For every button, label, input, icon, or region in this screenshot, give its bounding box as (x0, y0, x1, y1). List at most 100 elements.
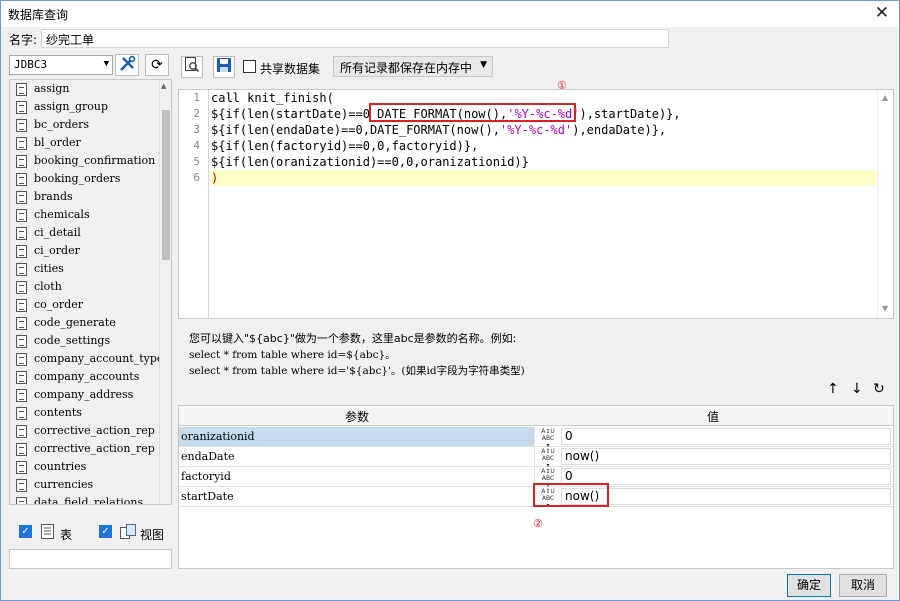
parameter-value-input[interactable]: now() (561, 448, 891, 465)
tools-icon (120, 55, 136, 71)
table-icon (16, 263, 27, 276)
view-checkbox[interactable]: ✓ (99, 525, 112, 538)
parameter-help: 您可以键入"${abc}"做为一个参数，这里abc是参数的名称。例如: sele… (189, 331, 525, 379)
annotation-marker-2: ② (533, 517, 543, 530)
table-name: bl_order (34, 136, 81, 149)
parameter-row[interactable]: endaDate A↕U ABC ▾ now() (179, 447, 893, 469)
scroll-down-icon[interactable]: ▼ (882, 304, 888, 313)
view-icon (120, 524, 136, 539)
ok-button[interactable]: 确定 (787, 574, 831, 597)
sql-editor[interactable]: 123456 call knit_finish( ${if(len(startD… (178, 89, 894, 319)
parameter-value-input[interactable]: 0 (561, 468, 891, 485)
table-name: cities (34, 262, 64, 275)
table-list-item[interactable]: booking_confirmation (10, 152, 160, 170)
table-name: bc_orders (34, 118, 90, 131)
table-list[interactable]: assign assign_group bc_orders bl_orderbooki… (9, 79, 172, 505)
parameter-value-input[interactable]: now() (561, 488, 891, 505)
table-list-item[interactable]: ci_detail (10, 224, 160, 242)
table-name: corrective_action_rep (34, 424, 155, 437)
share-dataset-checkbox[interactable] (243, 60, 256, 73)
type-selector-icon[interactable]: A↕U ABC ▾ (537, 428, 559, 449)
table-name: cloth (34, 280, 62, 293)
close-icon[interactable]: ✕ (875, 3, 889, 23)
table-list-items: assign assign_group bc_orders bl_orderbooki… (10, 80, 169, 505)
table-name: brands (34, 190, 73, 203)
column-header-param: 参数 (345, 410, 370, 424)
table-list-item[interactable]: company_address (10, 386, 160, 404)
table-name: ci_order (34, 244, 80, 257)
table-list-item[interactable]: cities (10, 260, 160, 278)
table-filter-input[interactable] (9, 549, 172, 569)
help-text-2: select * from table where id=${abc}。 (189, 349, 396, 361)
table-list-item[interactable]: cloth (10, 278, 160, 296)
preview-icon (185, 57, 200, 73)
line-number: 3 (193, 123, 200, 136)
table-list-item[interactable]: corrective_action_rep (10, 422, 160, 440)
chevron-down-icon: ▼ (103, 59, 109, 69)
table-list-item[interactable]: company_accounts (10, 368, 160, 386)
table-list-item[interactable]: chemicals (10, 206, 160, 224)
type-selector-icon[interactable]: A↕U ABC ▾ (537, 448, 559, 469)
scroll-up-icon[interactable]: ▲ (882, 93, 888, 102)
connection-select[interactable]: JDBC3 ▼ (9, 55, 113, 75)
table-list-scrollbar[interactable]: ▲ (159, 80, 171, 504)
table-checkbox[interactable]: ✓ (19, 525, 32, 538)
parameter-table: 参数 值 oranizationid A↕U ABC ▾ 0 endaDate A↕U ABC… (178, 405, 894, 569)
table-name: contents (34, 406, 82, 419)
table-list-item[interactable]: bl_order (10, 134, 160, 152)
sql-line-current: ) (210, 170, 876, 186)
connection-settings-button[interactable] (115, 54, 139, 76)
cancel-button[interactable]: 取消 (839, 574, 887, 597)
parameter-table-header: 参数 值 (179, 406, 893, 426)
highlight-box-2 (533, 483, 609, 507)
table-list-item[interactable]: bc_orders (10, 116, 160, 134)
save-mode-select[interactable]: 所有记录都保存在内存中 ▼ (333, 56, 493, 77)
scrollbar-thumb[interactable] (162, 110, 170, 260)
refresh-button[interactable]: ⟳ (145, 54, 169, 76)
save-button[interactable] (213, 56, 235, 78)
parameter-row[interactable]: oranizationid A↕U ABC ▾ 0 (179, 427, 893, 449)
table-list-item[interactable]: currencies (10, 476, 160, 494)
parameter-value-input[interactable]: 0 (561, 428, 891, 445)
table-list-item[interactable]: code_settings (10, 332, 160, 350)
annotation-marker-1: ① (557, 79, 567, 92)
table-icon (16, 479, 27, 492)
table-name: code_settings (34, 334, 111, 347)
table-name: company_address (34, 388, 134, 401)
table-list-item[interactable]: corrective_action_rep (10, 440, 160, 458)
table-list-item[interactable]: co_order (10, 296, 160, 314)
table-list-item[interactable]: ci_order (10, 242, 160, 260)
line-number: 6 (193, 171, 200, 184)
sql-line: ${if(len(factoryid)==0,0,factoryid)}, (211, 139, 479, 153)
table-list-item[interactable]: company_account_types (10, 350, 169, 368)
sql-line: ${if(len(oranizationid)==0,0,oranization… (211, 155, 529, 169)
table-list-item[interactable]: countries (10, 458, 160, 476)
left-toolbar: JDBC3 ▼ ⟳ (7, 53, 173, 77)
table-name: data_field_relations (34, 496, 144, 505)
name-input[interactable]: 纱完工单 (41, 29, 669, 48)
table-list-item[interactable]: code_generate (10, 314, 160, 332)
sql-scrollbar[interactable]: ▲ ▼ (877, 90, 893, 318)
move-down-icon[interactable]: ↓ (851, 381, 863, 397)
parameter-name: factoryid (179, 467, 535, 486)
table-list-item[interactable]: contents (10, 404, 160, 422)
scroll-up-icon[interactable]: ▲ (161, 82, 166, 90)
refresh-params-icon[interactable]: ↻ (873, 381, 885, 397)
parameter-name: oranizationid (179, 427, 535, 446)
preview-button[interactable] (181, 56, 203, 78)
table-name: currencies (34, 478, 94, 491)
table-list-item[interactable]: data_field_relations (10, 494, 160, 505)
table-list-item[interactable]: assign (10, 80, 160, 98)
table-icon (16, 461, 27, 474)
table-list-item[interactable]: brands (10, 188, 160, 206)
move-up-icon[interactable]: ↑ (827, 381, 839, 397)
table-list-item[interactable]: assign_group (10, 98, 160, 116)
table-icon (16, 227, 27, 240)
line-number: 5 (193, 155, 200, 168)
table-icon (16, 173, 27, 186)
table-list-item[interactable]: booking_orders (10, 170, 160, 188)
table-icon (16, 353, 27, 366)
table-filter-label: 表 (60, 528, 73, 542)
table-icon (16, 119, 27, 132)
window-title: 数据库查询 (8, 8, 69, 22)
